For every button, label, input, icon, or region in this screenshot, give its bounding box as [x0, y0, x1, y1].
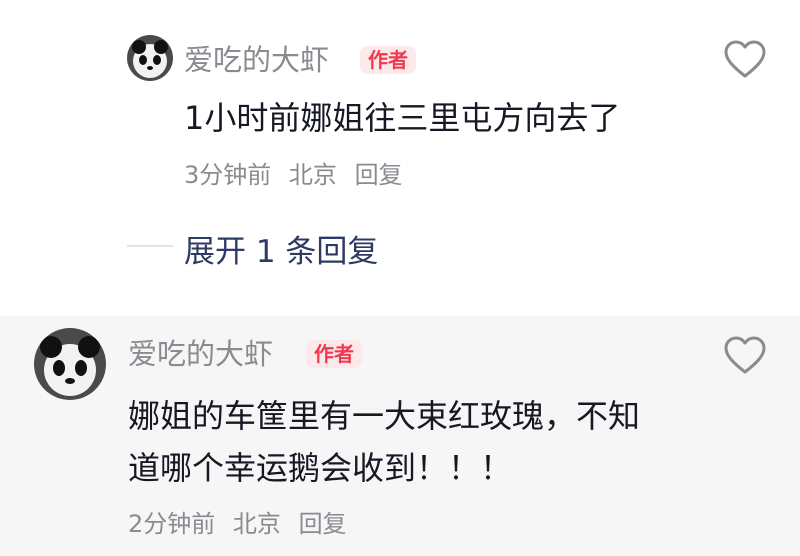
comment-meta: 2分钟前 北京 回复 [128, 504, 357, 539]
like-heart-icon[interactable] [724, 336, 766, 376]
panda-avatar-icon [127, 35, 173, 81]
comment-username[interactable]: 爱吃的大虾 [128, 334, 273, 374]
comment-text-line-2: 道哪个幸运鹅会收到！！！ [128, 449, 513, 487]
main-comment: 爱吃的大虾 作者 娜姐的车筐里有一大束红玫瑰，不知 道哪个幸运鹅会收到！！！ 2… [0, 316, 800, 556]
comment-username[interactable]: 爱吃的大虾 [184, 40, 329, 80]
avatar[interactable] [127, 35, 173, 81]
comment-meta: 3分钟前 北京 回复 [184, 155, 413, 190]
comment-text-line-1: 娜姐的车筐里有一大束红玫瑰，不知 [128, 397, 641, 435]
reply-button[interactable]: 回复 [355, 161, 403, 189]
author-badge: 作者 [306, 340, 362, 368]
comment-time: 3分钟前 [184, 161, 272, 189]
expand-replies-button[interactable]: 展开 1 条回复 [184, 226, 378, 271]
like-heart-icon[interactable] [724, 40, 766, 80]
comment-text: 1小时前娜姐往三里屯方向去了 [184, 99, 621, 137]
expand-divider [127, 245, 173, 247]
panda-avatar-icon [34, 328, 106, 400]
comment-time: 2分钟前 [128, 510, 216, 538]
avatar[interactable] [34, 328, 106, 400]
author-badge: 作者 [360, 46, 416, 74]
comment-location: 北京 [288, 161, 337, 189]
comment-location: 北京 [232, 510, 281, 538]
reply-button[interactable]: 回复 [299, 510, 347, 538]
